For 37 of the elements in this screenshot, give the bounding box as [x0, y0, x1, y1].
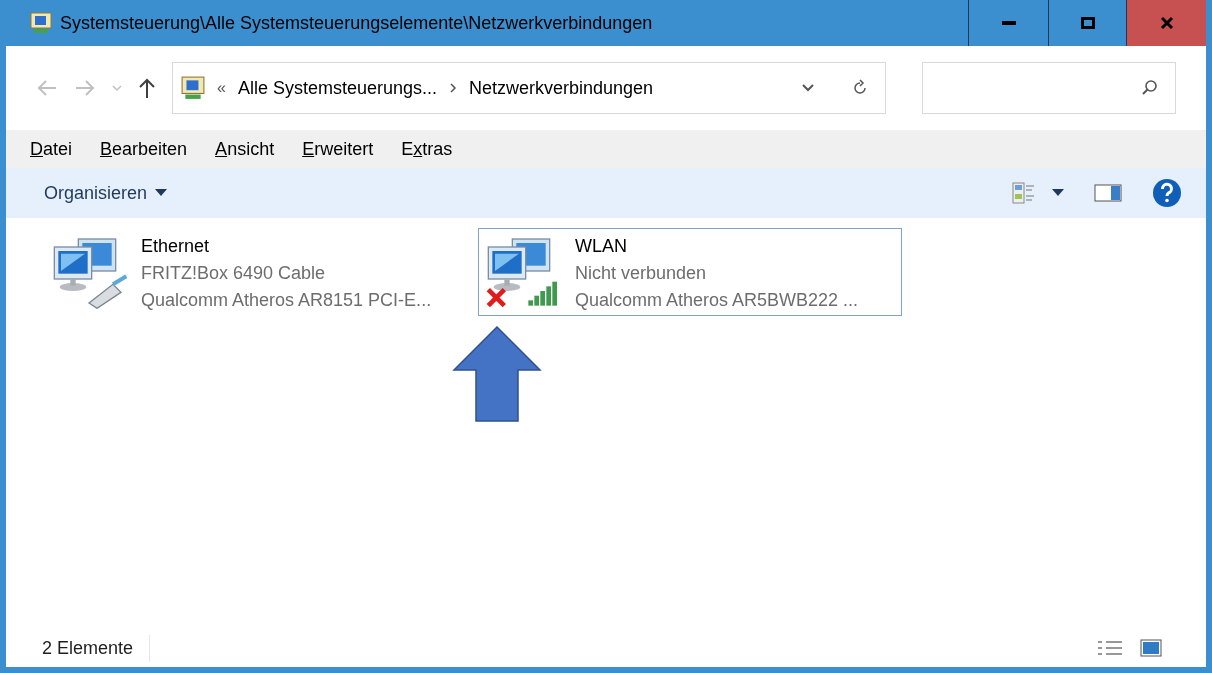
item-count: 2 Elemente	[42, 634, 151, 662]
search-icon	[1141, 79, 1159, 97]
preview-pane-icon[interactable]	[1094, 183, 1122, 203]
control-panel-icon	[181, 76, 205, 100]
dropdown-triangle-icon[interactable]	[1052, 189, 1064, 197]
details-view-icon[interactable]	[1096, 639, 1124, 657]
chevron-right-icon[interactable]	[449, 82, 457, 94]
connection-item[interactable]: WLAN Nicht verbunden Qualcomm Atheros AR5BWB222 ...	[478, 228, 902, 316]
window-title: Systemsteuerung\Alle Systemsteuerungselemente\Netzwerkverbindungen	[60, 11, 653, 35]
breadcrumb[interactable]: Netzwerkverbindungen	[469, 74, 654, 102]
connection-name: Ethernet	[141, 235, 211, 258]
connection-status: Nicht verbunden	[575, 262, 708, 285]
up-arrow-icon[interactable]	[138, 77, 156, 99]
menu-item[interactable]: Erweitert	[302, 135, 374, 163]
menu-item[interactable]: Ansicht	[215, 135, 275, 163]
address-field[interactable]: « Alle Systemsteuerungs... Netzwerkverbindungen	[172, 62, 886, 114]
search-field[interactable]	[922, 62, 1176, 114]
adapter-name: Qualcomm Atheros AR8151 PCI-E...	[141, 289, 432, 312]
breadcrumb[interactable]: Alle Systemsteuerungs...	[237, 74, 437, 102]
view-options-icon[interactable]	[1012, 181, 1036, 205]
connection-item[interactable]: Ethernet FRITZ!Box 6490 Cable Qualcomm Atheros AR8151 PCI-E...	[44, 228, 468, 316]
chevron-down-icon[interactable]	[801, 83, 815, 93]
close-icon	[1159, 16, 1174, 30]
connection-status: FRITZ!Box 6490 Cable	[141, 262, 327, 285]
menu-item[interactable]: Datei	[30, 135, 73, 163]
help-icon[interactable]	[1152, 178, 1182, 208]
large-icons-view-icon[interactable]	[1140, 639, 1162, 657]
adapter-name: Qualcomm Atheros AR5BWB222 ...	[575, 289, 859, 312]
close-button[interactable]	[1126, 0, 1206, 46]
organize-button[interactable]: Organisieren	[44, 179, 168, 207]
menu-item[interactable]: Bearbeiten	[100, 135, 188, 163]
dropdown-triangle-icon	[155, 189, 168, 197]
refresh-icon[interactable]	[851, 79, 869, 97]
menu-item[interactable]: Extras	[401, 135, 453, 163]
control-panel-icon	[30, 12, 52, 34]
connection-name: WLAN	[575, 235, 628, 258]
overflow-chevrons[interactable]: «	[217, 76, 226, 100]
